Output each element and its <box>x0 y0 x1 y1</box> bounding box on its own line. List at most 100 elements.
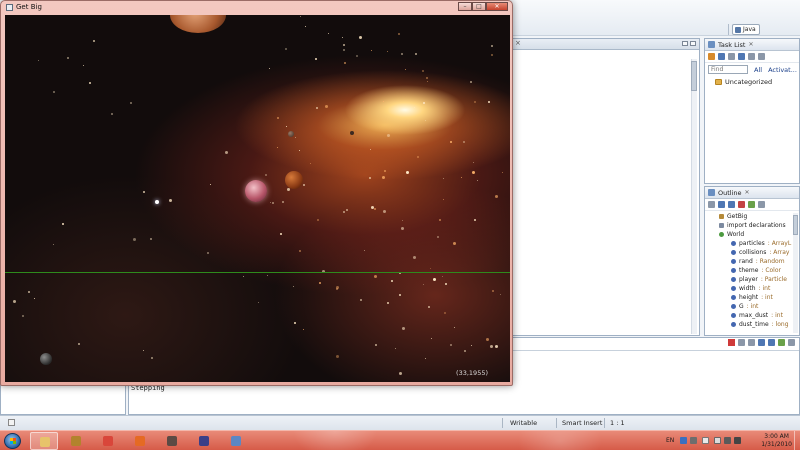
network-icon[interactable] <box>724 437 731 444</box>
hide-nonpublic-icon[interactable] <box>738 201 745 208</box>
category-item[interactable]: Uncategorized <box>705 76 799 88</box>
sort-icon[interactable] <box>708 201 715 208</box>
outline-item[interactable]: player: Particle <box>705 275 799 284</box>
taskbar-app-eclipse[interactable] <box>190 432 218 450</box>
outline-title[interactable]: Outline <box>718 189 742 197</box>
editor-scrollbar[interactable] <box>691 59 697 334</box>
terminate-icon[interactable] <box>728 339 735 346</box>
small-moon <box>350 131 354 135</box>
status-separator <box>556 418 557 428</box>
window-titlebar[interactable]: Get Big – □ ✕ <box>1 1 512 14</box>
star <box>299 249 302 252</box>
outline-item-type: : Array <box>769 249 790 256</box>
star <box>492 289 495 292</box>
editor-scroll-thumb[interactable] <box>691 61 697 91</box>
all-link[interactable]: All <box>754 66 762 74</box>
outline-item[interactable]: width: int <box>705 284 799 293</box>
star <box>286 125 288 127</box>
star <box>381 176 385 180</box>
collapse-all-icon[interactable] <box>748 53 755 60</box>
hide-static-icon[interactable] <box>728 201 735 208</box>
star <box>21 314 24 317</box>
field-icon <box>731 277 736 282</box>
view-menu-icon[interactable] <box>758 53 765 60</box>
outline-item[interactable]: theme: Color <box>705 266 799 275</box>
maximize-button[interactable]: □ <box>472 2 486 11</box>
volume-icon[interactable] <box>734 437 741 444</box>
outline-item[interactable]: G: int <box>705 302 799 311</box>
outline-item[interactable]: particles: ArrayL <box>705 239 799 248</box>
taskbar-app-explorer[interactable] <box>30 432 58 450</box>
taskbar-app-winamp[interactable] <box>62 432 90 450</box>
pin-console-icon[interactable] <box>768 339 775 346</box>
star <box>82 65 84 67</box>
outline-item[interactable]: max_dust: int <box>705 311 799 320</box>
categorize-icon[interactable] <box>718 53 725 60</box>
taskbar-app-chrome[interactable] <box>94 432 122 450</box>
taskbar-app-firefox[interactable] <box>126 432 154 450</box>
star <box>383 169 386 172</box>
find-input[interactable] <box>708 65 748 74</box>
star <box>277 146 279 148</box>
white-star <box>155 200 159 204</box>
outline-item[interactable]: World <box>705 230 799 239</box>
minimize-icon[interactable] <box>788 339 795 346</box>
star <box>499 293 501 295</box>
start-button[interactable] <box>4 433 21 449</box>
help-icon[interactable] <box>680 437 687 444</box>
close-icon[interactable]: ✕ <box>745 189 750 196</box>
minimize-button[interactable]: – <box>458 2 472 11</box>
filter-icon[interactable] <box>728 53 735 60</box>
java-perspective-button[interactable]: Java <box>732 24 760 35</box>
star <box>93 40 96 43</box>
close-button[interactable]: ✕ <box>486 2 508 11</box>
star <box>315 58 318 61</box>
outline-item-type: : int <box>771 312 783 319</box>
open-console-icon[interactable] <box>778 339 785 346</box>
star <box>463 349 466 352</box>
firefox-icon <box>135 436 145 446</box>
fast-view-icon[interactable] <box>8 419 15 426</box>
maximize-icon[interactable] <box>690 41 696 46</box>
minimize-icon[interactable] <box>682 41 688 46</box>
small-moon <box>288 131 294 137</box>
show-desktop-button[interactable] <box>794 431 800 450</box>
clear-console-icon[interactable] <box>748 339 755 346</box>
close-icon[interactable]: ✕ <box>748 41 753 48</box>
task-list-title[interactable]: Task List <box>718 41 745 49</box>
view-menu-icon[interactable] <box>758 201 765 208</box>
outline-item[interactable]: GetBig <box>705 212 799 221</box>
outline-item[interactable]: collisions: Array <box>705 248 799 257</box>
outline-item[interactable]: dust_time: long <box>705 320 799 329</box>
ground-line <box>5 272 510 273</box>
game-canvas[interactable]: (33,1955) <box>5 15 510 382</box>
clock[interactable]: 3:00 AM 1/31/2010 <box>761 433 792 449</box>
get-big-window[interactable]: Get Big – □ ✕ (33,1955) <box>0 0 513 386</box>
star <box>453 326 455 328</box>
hide-fields-icon[interactable] <box>718 201 725 208</box>
outline-item[interactable]: height: int <box>705 293 799 302</box>
outline-scroll-thumb[interactable] <box>793 215 798 235</box>
taskbar-app-tool[interactable] <box>158 432 186 450</box>
status-separator <box>604 418 605 428</box>
java-app-icon[interactable] <box>6 4 13 11</box>
star <box>401 53 404 56</box>
taskbar-app-java[interactable] <box>222 432 250 450</box>
star <box>335 354 339 358</box>
star <box>209 184 211 186</box>
action-center-icon[interactable] <box>702 437 709 444</box>
close-icon[interactable]: × <box>515 39 521 47</box>
star <box>53 91 56 94</box>
activate-link[interactable]: Activat... <box>768 66 797 74</box>
language-indicator[interactable]: EN <box>666 437 674 444</box>
new-task-icon[interactable] <box>708 53 715 60</box>
notification-icon[interactable] <box>690 437 697 444</box>
editor-area[interactable]: × <box>510 38 700 336</box>
hide-local-types-icon[interactable] <box>748 201 755 208</box>
remove-launch-icon[interactable] <box>738 339 745 346</box>
display-icon[interactable] <box>714 437 721 444</box>
outline-item[interactable]: rand: Random <box>705 257 799 266</box>
outline-item[interactable]: import declarations <box>705 221 799 230</box>
scroll-lock-icon[interactable] <box>758 339 765 346</box>
hide-completed-icon[interactable] <box>738 53 745 60</box>
